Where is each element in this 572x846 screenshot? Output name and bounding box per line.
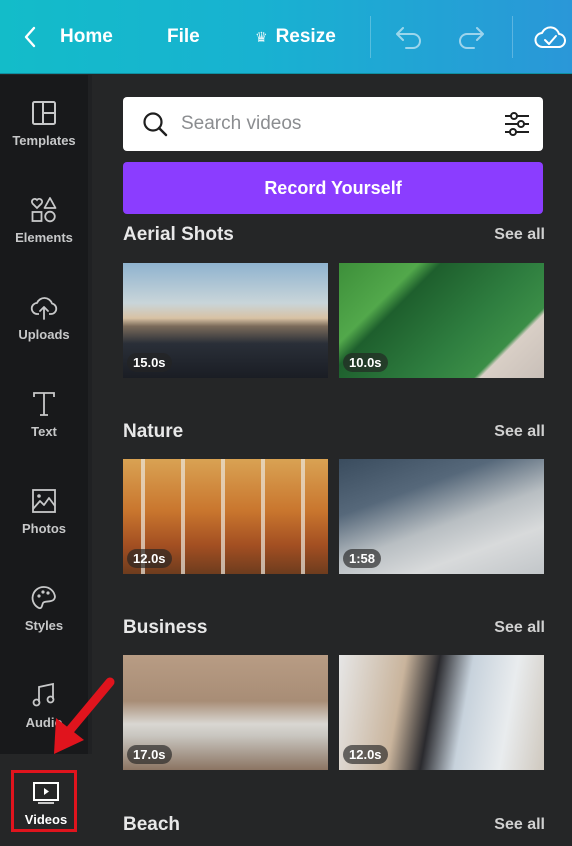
sidebar-item-label: Uploads — [18, 327, 70, 342]
sidebar-item-label: Elements — [15, 230, 73, 245]
sidebar-item-label: Styles — [24, 618, 64, 633]
duration-badge: 10.0s — [343, 353, 388, 372]
crown-icon: ♛ — [255, 28, 268, 45]
duration-badge: 12.0s — [343, 745, 388, 764]
video-thumbnail[interactable]: 12.0s — [123, 459, 328, 574]
undo-icon[interactable] — [394, 0, 424, 74]
duration-badge: 15.0s — [127, 353, 172, 372]
redo-icon[interactable] — [456, 0, 486, 74]
sidebar-item-label: Text — [31, 424, 57, 439]
sidebar-item-styles[interactable]: Styles — [0, 560, 88, 657]
top-bar: Home File ♛ Resize — [0, 0, 572, 74]
duration-badge: 17.0s — [127, 745, 172, 764]
resize-button[interactable]: ♛ Resize — [255, 0, 336, 74]
record-yourself-button[interactable]: Record Yourself — [123, 162, 543, 214]
search-icon — [143, 112, 168, 137]
home-button[interactable]: Home — [60, 0, 113, 74]
section-header-aerial-shots: Aerial Shots See all — [123, 223, 545, 247]
resize-label: Resize — [275, 26, 336, 47]
sidebar-item-uploads[interactable]: Uploads — [0, 269, 88, 366]
section-title: Nature — [123, 421, 184, 442]
divider — [512, 16, 513, 58]
file-menu-button[interactable]: File — [167, 0, 200, 74]
see-all-link[interactable]: See all — [494, 816, 545, 834]
sidebar-item-photos[interactable]: Photos — [0, 463, 88, 560]
section-header-nature: Nature See all — [123, 420, 545, 444]
section-title: Beach — [123, 814, 181, 835]
filter-sliders-icon[interactable] — [503, 110, 531, 138]
video-thumbnail[interactable]: 12.0s — [339, 655, 544, 770]
photo-icon — [32, 489, 56, 513]
see-all-link[interactable]: See all — [494, 619, 545, 637]
chevron-left-icon[interactable] — [22, 0, 38, 74]
templates-icon — [32, 101, 56, 125]
video-thumbnail[interactable]: 17.0s — [123, 655, 328, 770]
see-all-link[interactable]: See all — [494, 226, 545, 244]
duration-badge: 12.0s — [127, 549, 172, 568]
elements-icon — [31, 197, 57, 223]
annotation-highlight-box — [11, 770, 77, 832]
search-input[interactable] — [181, 107, 481, 141]
upload-cloud-icon — [30, 297, 58, 320]
section-header-business: Business See all — [123, 616, 545, 640]
annotation-arrow-icon — [54, 677, 115, 754]
see-all-link[interactable]: See all — [494, 423, 545, 441]
sidebar-item-templates[interactable]: Templates — [0, 75, 88, 172]
section-title: Aerial Shots — [123, 224, 234, 245]
section-header-beach: Beach See all — [123, 813, 545, 837]
divider — [370, 16, 371, 58]
sidebar-item-text[interactable]: Text — [0, 366, 88, 463]
sidebar-item-label: Templates — [12, 133, 76, 148]
section-title: Business — [123, 617, 208, 638]
search-box[interactable] — [123, 97, 543, 151]
sidebar-item-elements[interactable]: Elements — [0, 172, 88, 269]
video-thumbnail[interactable]: 1:58 — [339, 459, 544, 574]
text-icon — [33, 392, 55, 416]
cloud-check-icon[interactable] — [534, 0, 566, 74]
duration-badge: 1:58 — [343, 549, 382, 568]
sidebar-item-label: Photos — [21, 521, 67, 536]
palette-icon — [31, 586, 56, 610]
video-thumbnail[interactable]: 15.0s — [123, 263, 328, 378]
video-thumbnail[interactable]: 10.0s — [339, 263, 544, 378]
videos-panel: Record Yourself Aerial Shots See all 15.… — [92, 75, 572, 846]
